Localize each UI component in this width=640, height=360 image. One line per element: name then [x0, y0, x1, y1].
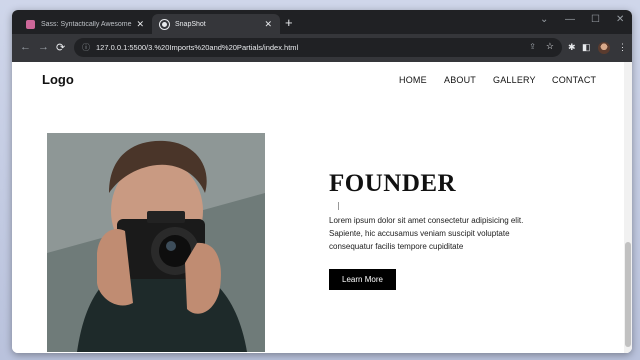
browser-window: Sass: Syntactically Awesome Style ✕ Snap…: [12, 10, 632, 353]
chevron-down-icon[interactable]: ⌄: [540, 14, 548, 25]
nav-gallery[interactable]: GALLERY: [493, 75, 536, 85]
info-icon[interactable]: ⓘ: [82, 42, 90, 53]
tab-sass[interactable]: Sass: Syntactically Awesome Style ✕: [18, 14, 152, 34]
extensions-icon[interactable]: ✱: [568, 42, 576, 53]
back-icon[interactable]: ←: [20, 41, 31, 53]
new-tab-icon[interactable]: +: [285, 15, 293, 30]
web-page: Logo HOME ABOUT GALLERY CONTACT FOUNDER …: [12, 62, 632, 353]
site-logo[interactable]: Logo: [42, 72, 74, 87]
minimize-icon[interactable]: —: [565, 14, 575, 25]
nav-about[interactable]: ABOUT: [444, 75, 476, 85]
tab-strip: Sass: Syntactically Awesome Style ✕ Snap…: [12, 10, 632, 34]
reload-icon[interactable]: ⟳: [56, 41, 65, 54]
nav-contact[interactable]: CONTACT: [552, 75, 596, 85]
nav-home[interactable]: HOME: [399, 75, 427, 85]
maximize-icon[interactable]: ☐: [591, 14, 600, 25]
share-icon[interactable]: ⇪: [529, 42, 536, 51]
address-bar[interactable]: ⓘ 127.0.0.1:5500/3.%20Imports%20and%20Pa…: [74, 38, 562, 57]
hero-paragraph: Lorem ipsum dolor sit amet consectetur a…: [329, 216, 524, 251]
menu-icon[interactable]: ⋮: [618, 42, 627, 53]
forward-icon[interactable]: →: [38, 41, 49, 53]
close-icon[interactable]: ✕: [136, 19, 144, 30]
learn-more-button[interactable]: Learn More: [329, 269, 396, 290]
tab-snapshot[interactable]: SnapShot ✕: [152, 14, 280, 34]
close-icon[interactable]: ✕: [264, 19, 272, 30]
star-icon[interactable]: ☆: [546, 41, 554, 52]
founder-photo: [47, 133, 265, 352]
tab-title: Sass: Syntactically Awesome Style: [41, 20, 132, 28]
side-panel-icon[interactable]: ◧: [582, 42, 591, 53]
scrollbar-thumb[interactable]: [625, 242, 631, 347]
photographer-illustration: [47, 133, 265, 352]
browser-toolbar: ← → ⟳ ⓘ 127.0.0.1:5500/3.%20Imports%20an…: [12, 34, 632, 62]
hero-heading: FOUNDER: [329, 170, 457, 197]
mouse-cursor: [338, 202, 344, 210]
avatar[interactable]: [598, 42, 610, 54]
close-window-icon[interactable]: ✕: [616, 14, 624, 25]
tab-title: SnapShot: [175, 20, 206, 28]
globe-icon: [160, 19, 169, 29]
sass-favicon-icon: [26, 19, 35, 29]
page-scrollbar[interactable]: [624, 62, 632, 353]
url-text[interactable]: 127.0.0.1:5500/3.%20Imports%20and%20Part…: [96, 43, 298, 52]
